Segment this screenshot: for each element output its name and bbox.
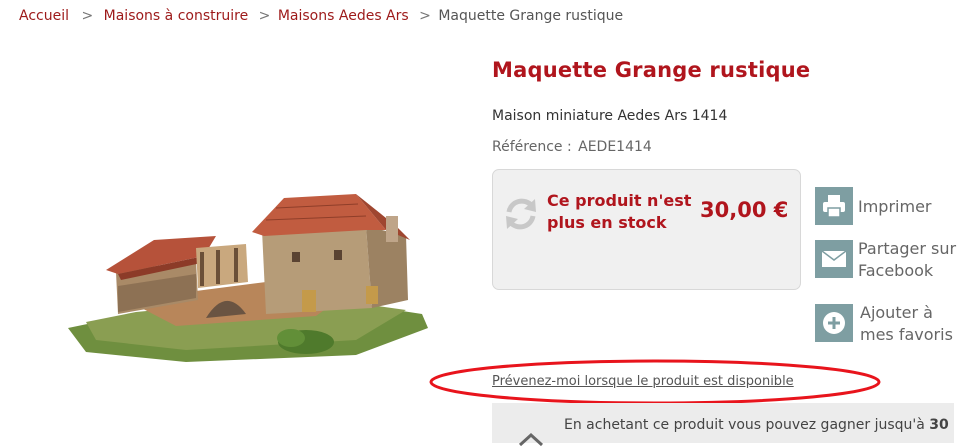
plus-circle-icon: [815, 304, 853, 342]
breadcrumb-separator: >: [81, 8, 94, 24]
loyalty-text: En achetant ce produit vous pouvez gagne…: [564, 415, 949, 435]
breadcrumb-maisons-aedes-ars[interactable]: Maisons Aedes Ars: [278, 8, 409, 24]
breadcrumb-home[interactable]: Accueil: [19, 8, 69, 24]
breadcrumb-maisons-a-construire[interactable]: Maisons à construire: [104, 8, 249, 24]
breadcrumb-current: Maquette Grange rustique: [438, 8, 624, 24]
reference-label: Référence :: [492, 139, 572, 155]
product-title: Maquette Grange rustique: [492, 58, 811, 82]
product-subtitle: Maison miniature Aedes Ars 1414: [492, 108, 728, 124]
print-label: Imprimer: [858, 197, 932, 216]
breadcrumb-separator: >: [258, 8, 271, 24]
stock-price-box: Ce produit n'est plus en stock 30,00 €: [492, 169, 801, 290]
printer-icon: [815, 187, 853, 225]
product-price: 30,00 €: [700, 198, 789, 222]
product-image[interactable]: [66, 190, 428, 370]
breadcrumb: Accueil > Maisons à construire > Maisons…: [19, 8, 623, 24]
refresh-icon: [506, 198, 536, 230]
red-ellipse-annotation: [429, 359, 881, 405]
chevron-up-icon: [518, 432, 544, 447]
stock-status-line1: Ce produit n'est: [547, 191, 692, 210]
stock-status: Ce produit n'est plus en stock: [547, 190, 691, 234]
envelope-icon: [815, 240, 853, 278]
favorites-label-line2: mes favoris: [860, 325, 953, 344]
loyalty-text-start: En achetant ce produit vous pouvez gagne…: [564, 417, 930, 433]
breadcrumb-separator: >: [419, 8, 431, 24]
loyalty-points: 30: [929, 417, 949, 433]
share-label-line2: Facebook: [858, 261, 934, 280]
share-label: Partager sur Facebook: [858, 238, 956, 282]
loyalty-box: En achetant ce produit vous pouvez gagne…: [492, 403, 954, 447]
stock-status-line2: plus en stock: [547, 213, 667, 232]
reference-value: AEDE1414: [578, 139, 652, 155]
favorites-label: Ajouter à mes favoris: [860, 302, 953, 346]
share-label-line1: Partager sur: [858, 239, 957, 258]
favorites-label-line1: Ajouter à: [860, 303, 933, 322]
product-reference: Référence : AEDE1414: [492, 139, 652, 155]
